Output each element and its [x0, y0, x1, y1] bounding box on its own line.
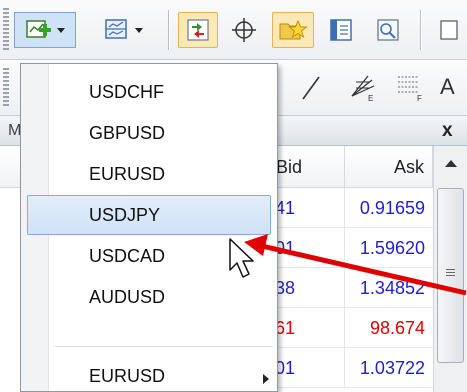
bid-cell: 41 — [272, 188, 345, 228]
ask-cell: 1.03722 — [345, 348, 433, 388]
bid-column-header[interactable]: Bid — [272, 146, 345, 188]
toolbar-grip[interactable] — [3, 8, 9, 52]
ask-cell: 0.91659 — [345, 188, 433, 228]
ask-column-header[interactable]: Ask — [345, 146, 433, 188]
menu-item-usdjpy[interactable]: USDJPY — [27, 195, 271, 235]
menu-item-label: EURUSD — [89, 164, 166, 184]
svg-text:E: E — [368, 94, 373, 102]
window-icon — [439, 20, 458, 40]
menu-item-label: USDJPY — [89, 205, 161, 225]
menu-item-label: EURUSD — [89, 366, 166, 386]
crosshair-button[interactable] — [224, 12, 264, 48]
fibonacci-levels-icon[interactable]: F — [395, 72, 425, 102]
market-watch-icon — [187, 19, 209, 41]
menu-item-label: USDCHF — [89, 82, 164, 102]
text-tool-button[interactable]: A — [440, 74, 455, 100]
strategy-tester-icon — [377, 19, 399, 41]
fibonacci-fan-icon[interactable]: E — [348, 72, 378, 102]
bid-column-label: Bid — [276, 157, 303, 177]
terminal-button[interactable] — [320, 12, 362, 48]
menu-item-gbpusd[interactable]: GBPUSD — [27, 113, 271, 153]
standard-toolbar — [0, 0, 467, 60]
menu-item-usdcad[interactable]: USDCAD — [27, 236, 271, 276]
new-chart-button[interactable] — [14, 12, 76, 48]
scrollbar-grip — [446, 269, 455, 278]
menu-item-label: GBPUSD — [89, 123, 166, 143]
toolbar-separator — [420, 10, 421, 50]
new-chart-symbol-menu: USDCHF GBPUSD EURUSD USDJPY USDCAD AUDUSD EURU… — [20, 63, 278, 392]
navigator-icon — [279, 19, 308, 40]
toolbar-separator — [168, 10, 169, 50]
bid-cell: 01 — [272, 348, 345, 388]
menu-item-audusd[interactable]: AUDUSD — [27, 277, 271, 317]
terminal-icon — [330, 19, 352, 41]
bid-cell: 01 — [272, 228, 345, 268]
new-chart-icon — [26, 20, 51, 38]
menu-item-usdchf[interactable]: USDCHF — [27, 72, 271, 112]
bid-cell: 61 — [272, 308, 345, 348]
trendline-icon[interactable] — [300, 74, 322, 102]
toolbar-grip[interactable] — [3, 68, 9, 108]
ask-cell: 1.59620 — [345, 228, 433, 268]
submenu-arrow-icon — [263, 374, 269, 384]
market-watch-button[interactable] — [178, 12, 218, 48]
ask-cell: 98.674 — [345, 308, 433, 348]
chevron-down-icon — [57, 27, 65, 33]
crosshair-icon — [232, 18, 256, 42]
menu-item-label: AUDUSD — [89, 287, 166, 307]
vertical-scrollbar[interactable] — [433, 146, 467, 392]
chevron-down-icon — [135, 27, 143, 33]
toolbar-overflow-button[interactable] — [430, 12, 467, 48]
menu-item-label: USDCAD — [89, 246, 166, 266]
ask-column-label: Ask — [393, 157, 424, 177]
close-icon[interactable]: x — [442, 120, 453, 142]
strategy-tester-button[interactable] — [368, 12, 410, 48]
profiles-button[interactable] — [92, 12, 154, 48]
scrollbar-thumb[interactable] — [437, 188, 464, 363]
ask-cell: 1.34852 — [345, 268, 433, 308]
menu-separator — [55, 346, 273, 347]
profiles-icon — [105, 19, 127, 39]
menu-item-eurusd[interactable]: EURUSD — [27, 356, 271, 392]
scroll-up-arrow-icon[interactable] — [445, 160, 457, 167]
bid-cell: 38 — [272, 268, 345, 308]
svg-text:F: F — [417, 94, 422, 102]
menu-item-eurusd[interactable]: EURUSD — [27, 154, 271, 194]
navigator-button[interactable] — [272, 12, 314, 48]
